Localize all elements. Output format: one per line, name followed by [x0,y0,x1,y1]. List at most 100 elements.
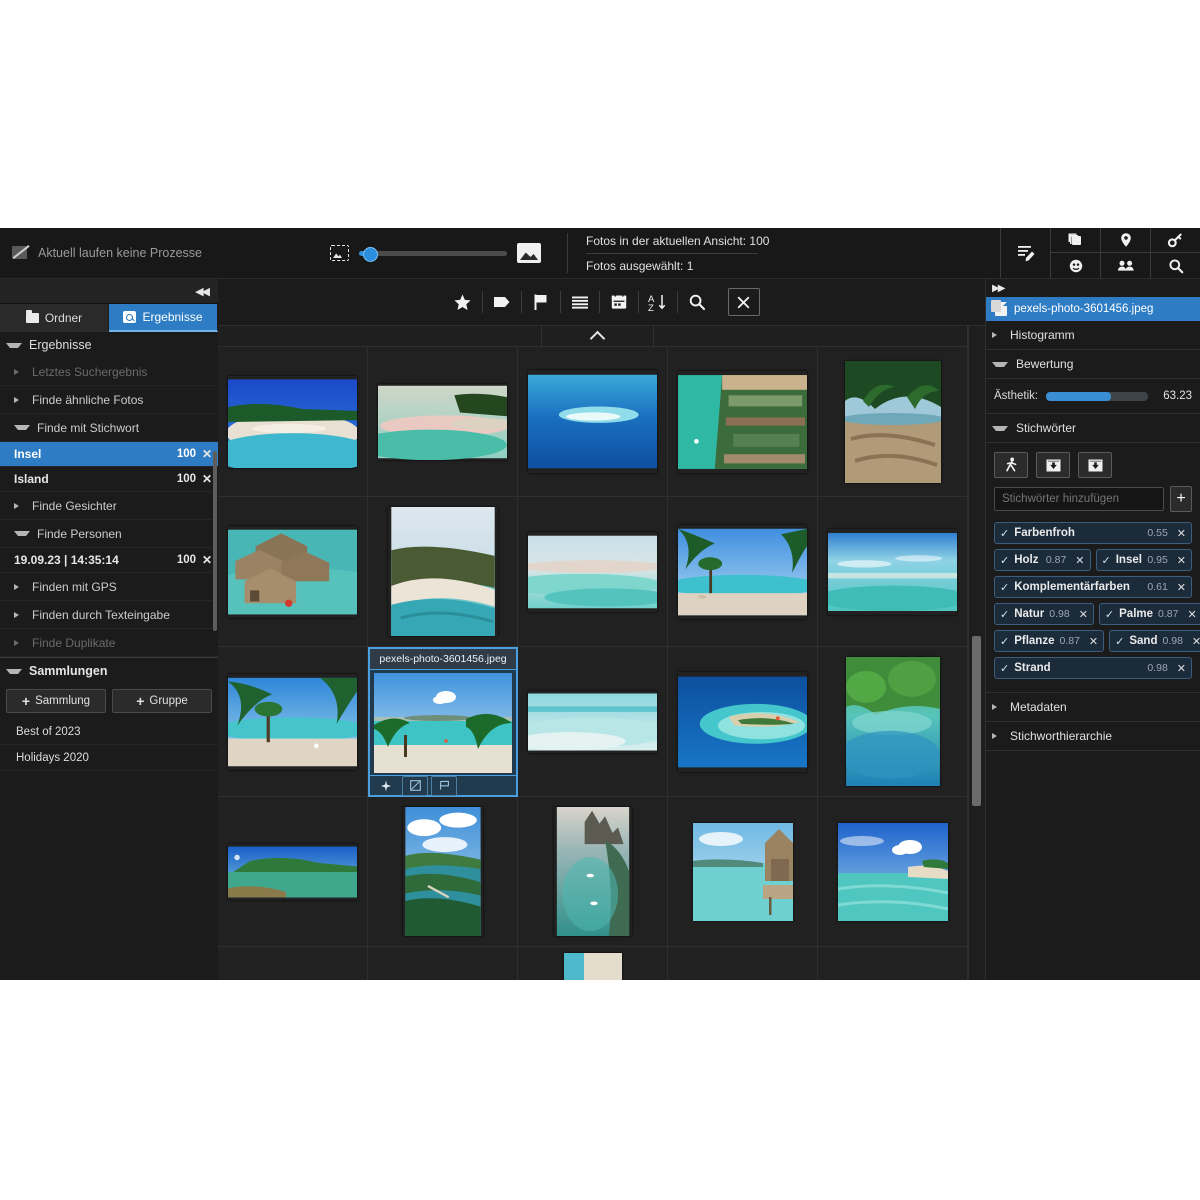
keyword-tag-strand[interactable]: ✓ Strand 0.98 ✕ [994,657,1192,679]
section-bewertung[interactable]: Bewertung [986,350,1200,379]
thumbnail-cell[interactable] [818,497,968,647]
thumbnail-cell[interactable] [818,347,968,497]
selected-file-row[interactable]: pexels-photo-3601456.jpeg [986,297,1200,321]
tree-item-finde-duplikate[interactable]: Finde Duplikate [0,629,218,657]
thumbnail-cell-selected[interactable]: pexels-photo-3601456.jpeg [368,647,518,797]
add-group-button[interactable]: + Gruppe [112,689,212,713]
section-stichwoerter[interactable]: Stichwörter [986,414,1200,443]
thumbnail-cell[interactable] [218,347,368,497]
filter-flag-button[interactable] [522,287,560,317]
tree-root-ergebnisse[interactable]: Ergebnisse [0,332,218,358]
section-stichworthierarchie[interactable]: Stichworthierarchie [986,722,1200,751]
thumbnail-cell[interactable] [668,647,818,797]
close-icon[interactable]: ✕ [1192,635,1200,648]
scrollbar-thumb[interactable] [213,451,217,631]
global-search-button[interactable] [1150,253,1200,278]
close-icon[interactable]: ✕ [1079,608,1088,621]
small-thumbnail-icon[interactable] [330,245,349,261]
keyword-tag-holz[interactable]: ✓ Holz 0.87 ✕ [994,549,1091,571]
aesthetic-progress[interactable] [1046,391,1148,401]
face-detect-button[interactable] [1050,253,1100,278]
thumbnail-cell[interactable] [218,647,368,797]
thumbnail-size-slider[interactable] [359,246,507,262]
check-icon[interactable]: ✓ [1000,608,1009,621]
edit-metadata-button[interactable] [1000,228,1050,278]
tree-item-finde-mit-stichwort[interactable]: Finde mit Stichwort [0,414,218,442]
check-icon[interactable]: ✓ [1000,662,1009,675]
section-histogramm[interactable]: Histogramm [986,321,1200,350]
close-icon[interactable]: ✕ [1177,581,1186,594]
thumbnail-cell[interactable] [668,947,818,980]
keyword-tag-pflanze[interactable]: ✓ Pflanze 0.87 ✕ [994,630,1105,652]
tab-ordner[interactable]: Ordner [0,304,109,332]
keyword-tag-komplementaerfarben[interactable]: ✓ Komplementärfarben 0.61 ✕ [994,576,1192,598]
thumbnail-cell[interactable] [668,347,818,497]
thumbnail-cell[interactable] [368,797,518,947]
thumbnail-cell[interactable] [368,947,518,980]
sparkle-icon-button[interactable] [373,776,399,796]
keyword-tag-sand[interactable]: ✓ Sand 0.98 ✕ [1109,630,1200,652]
add-keyword-button[interactable]: + [1170,486,1192,512]
thumbnail-cell[interactable] [518,947,668,980]
tree-item-finde-personen[interactable]: Finde Personen [0,520,218,548]
close-icon[interactable]: ✕ [1187,608,1196,621]
thumbnail-cell[interactable] [518,647,668,797]
thumbnail-cell[interactable] [218,947,368,980]
tree-item-finde-gesichter[interactable]: Finde Gesichter [0,492,218,520]
close-icon[interactable]: ✕ [1177,527,1186,540]
add-keyword-input[interactable] [994,487,1164,511]
clear-filters-button[interactable] [727,288,760,316]
filter-date-button[interactable] [600,287,638,317]
close-icon[interactable]: ✕ [1089,635,1098,648]
gps-location-button[interactable] [1100,228,1150,253]
tab-ergebnisse[interactable]: Ergebnisse [109,304,218,332]
check-icon[interactable]: ✓ [1102,554,1111,567]
thumbnail-cell[interactable] [668,497,818,647]
large-thumbnail-icon[interactable] [517,243,541,263]
check-icon[interactable]: ✓ [1000,635,1009,648]
sidebar-collapse-button[interactable]: ◀◀ [0,279,218,304]
scrollbar-thumb[interactable] [972,636,981,806]
keyword-tag-natur[interactable]: ✓ Natur 0.98 ✕ [994,603,1094,625]
collection-item-best-of-2023[interactable]: Best of 2023 [0,719,218,745]
thumbnail-cell[interactable] [368,497,518,647]
thumbnail-cell[interactable] [818,647,968,797]
close-icon[interactable]: ✕ [1075,554,1084,567]
check-icon[interactable]: ✓ [1105,608,1114,621]
tree-item-finde-aehnliche-fotos[interactable]: Finde ähnliche Fotos [0,386,218,414]
keyword-tag-farbenfroh[interactable]: ✓ Farbenfroh 0.55 ✕ [994,522,1192,544]
thumbnail-cell[interactable] [218,497,368,647]
key-button[interactable] [1150,228,1200,253]
filter-rating-button[interactable] [444,287,482,317]
keyword-tag-palme[interactable]: ✓ Palme 0.87 ✕ [1098,603,1200,625]
close-icon[interactable]: ✕ [1177,554,1186,567]
flag-icon-button[interactable] [431,775,457,796]
thumbnail-cell[interactable] [218,797,368,947]
thumbnail-size-control[interactable] [330,243,541,263]
add-collection-button[interactable]: + Sammlung [6,689,106,713]
close-icon[interactable]: ✕ [1177,662,1186,675]
thumbnail-cell[interactable] [818,947,968,980]
section-metadaten[interactable]: Metadaten [986,692,1200,722]
filter-label-button[interactable] [483,287,521,317]
result-item-person-date[interactable]: 19.09.23 | 14:35:14 100 ✕ [0,548,218,573]
thumbnail-cell[interactable] [368,347,518,497]
tree-item-letztes-suchergebnis[interactable]: Letztes Suchergebnis [0,358,218,386]
collection-item-holidays-2020[interactable]: Holidays 2020 [0,745,218,771]
thumbnail-cell[interactable] [518,347,668,497]
filter-list-button[interactable] [561,287,599,317]
grid-scrollbar[interactable] [968,326,985,980]
people-button[interactable] [1100,253,1150,278]
check-icon[interactable]: ✓ [1115,635,1124,648]
right-panel-expand-button[interactable]: ▶▶ [986,279,1200,297]
slider-handle[interactable] [363,246,378,262]
image-import-button[interactable] [1036,452,1070,478]
thumbnail-cell[interactable] [518,797,668,947]
sort-az-button[interactable]: A Z [639,287,677,317]
person-run-button[interactable] [994,452,1028,478]
thumbnail-cell[interactable] [518,497,668,647]
grid-collapse-button[interactable] [542,326,654,346]
image-export-button[interactable] [1078,452,1112,478]
result-item-island[interactable]: Island 100 ✕ [0,467,218,492]
check-icon[interactable]: ✓ [1000,581,1009,594]
